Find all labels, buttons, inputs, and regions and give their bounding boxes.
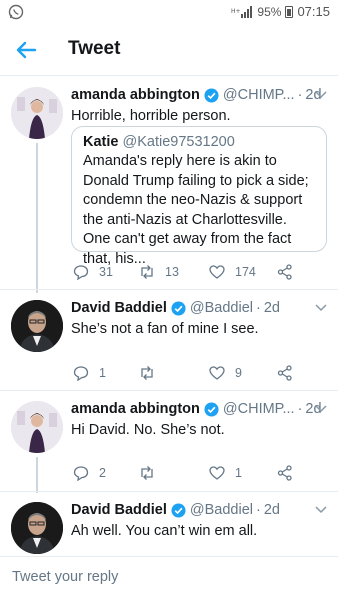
status-bar: H+ 95% 07:15 (0, 0, 338, 24)
reply-button[interactable]: 31 (73, 264, 113, 280)
thread-line (36, 457, 38, 493)
user-handle[interactable]: @CHIMP... (223, 401, 295, 417)
quoted-user-handle: @Katie97531200 (122, 134, 235, 150)
avatar-image (11, 300, 63, 352)
avatar-image (11, 502, 63, 554)
share-icon (277, 465, 292, 481)
reply-count: 1 (99, 366, 106, 380)
heart-icon (209, 466, 225, 480)
separator-dot: · (255, 300, 261, 316)
like-count: 1 (235, 466, 242, 480)
retweet-icon (141, 265, 153, 279)
verified-badge-icon (171, 300, 186, 316)
app-header: Tweet (0, 24, 338, 76)
page-title: Tweet (68, 38, 121, 59)
reply-icon (73, 466, 89, 481)
retweet-button[interactable] (139, 365, 165, 381)
reply-input[interactable]: Tweet your reply (12, 569, 118, 585)
tweet[interactable]: amanda abbington @CHIMP... · 2d Hi David… (0, 391, 338, 493)
chevron-down-icon[interactable] (314, 300, 328, 314)
chevron-down-icon[interactable] (314, 502, 328, 516)
tweet-text: She’s not a fan of mine I see. (71, 321, 259, 337)
quoted-display-name: Katie (83, 134, 119, 150)
share-icon (277, 365, 292, 381)
display-name[interactable]: amanda abbington (71, 401, 200, 417)
verified-badge-icon (204, 87, 219, 103)
verified-badge-icon (171, 502, 186, 518)
share-button[interactable] (277, 465, 293, 481)
battery-icon (285, 5, 294, 18)
timestamp: 2d (263, 300, 280, 316)
thread-line (36, 143, 38, 293)
user-handle[interactable]: @Baddiel (190, 502, 253, 518)
tweet-text: Ah well. You can’t win em all. (71, 523, 258, 539)
retweet-count: 13 (165, 265, 179, 279)
quoted-tweet-text: Amanda's reply here is akin to Donald Tr… (83, 153, 309, 267)
verified-badge-icon (204, 401, 219, 417)
separator-dot: · (297, 401, 303, 417)
back-button[interactable] (14, 38, 38, 62)
tweet-text: Hi David. No. She’s not. (71, 422, 225, 438)
retweet-icon (141, 466, 153, 480)
display-name[interactable]: amanda abbington (71, 87, 200, 103)
user-handle[interactable]: @Baddiel (190, 300, 253, 316)
retweet-button[interactable] (139, 465, 165, 481)
display-name[interactable]: David Baddiel (71, 502, 167, 518)
reply-count: 2 (99, 466, 106, 480)
share-button[interactable] (277, 365, 293, 381)
tweet[interactable]: David Baddiel @Baddiel · 2d She’s not a … (0, 290, 338, 390)
reply-button[interactable]: 2 (73, 465, 106, 481)
reply-icon (73, 366, 89, 381)
whatsapp-icon (8, 4, 24, 20)
tweet-text: Horrible, horrible person. (71, 108, 231, 124)
like-button[interactable]: 9 (209, 365, 242, 381)
like-count: 174 (235, 265, 256, 279)
chevron-down-icon[interactable] (314, 87, 328, 101)
avatar[interactable] (11, 87, 63, 139)
svg-text:H+: H+ (231, 8, 241, 15)
timestamp: 2d (263, 502, 280, 518)
signal-icon: H+ (231, 5, 253, 18)
tweet[interactable]: amanda abbington @CHIMP... · 2d Horrible… (0, 77, 338, 293)
reply-count: 31 (99, 265, 113, 279)
back-arrow-icon (16, 41, 37, 59)
share-icon (277, 264, 292, 280)
user-handle[interactable]: @CHIMP... (223, 87, 295, 103)
avatar[interactable] (11, 401, 63, 453)
retweet-icon (141, 366, 153, 380)
avatar-image (11, 87, 63, 139)
heart-icon (209, 265, 225, 279)
separator-dot: · (255, 502, 261, 518)
reply-bar[interactable]: Tweet your reply (0, 556, 338, 600)
like-count: 9 (235, 366, 242, 380)
like-button[interactable]: 1 (209, 465, 242, 481)
avatar-image (11, 401, 63, 453)
chevron-down-icon[interactable] (314, 401, 328, 415)
avatar[interactable] (11, 502, 63, 554)
share-button[interactable] (277, 264, 293, 280)
clock: 07:15 (297, 4, 330, 19)
avatar[interactable] (11, 300, 63, 352)
separator-dot: · (297, 87, 303, 103)
retweet-button[interactable]: 13 (139, 264, 179, 280)
display-name[interactable]: David Baddiel (71, 300, 167, 316)
reply-icon (73, 265, 89, 280)
heart-icon (209, 366, 225, 380)
reply-button[interactable]: 1 (73, 365, 106, 381)
quoted-tweet[interactable]: Katie @Katie97531200 Amanda's reply here… (71, 126, 327, 267)
like-button[interactable]: 174 (209, 264, 256, 280)
tweet[interactable]: David Baddiel @Baddiel · 2d Ah well. You… (0, 492, 338, 556)
battery-percent: 95% (257, 4, 282, 19)
